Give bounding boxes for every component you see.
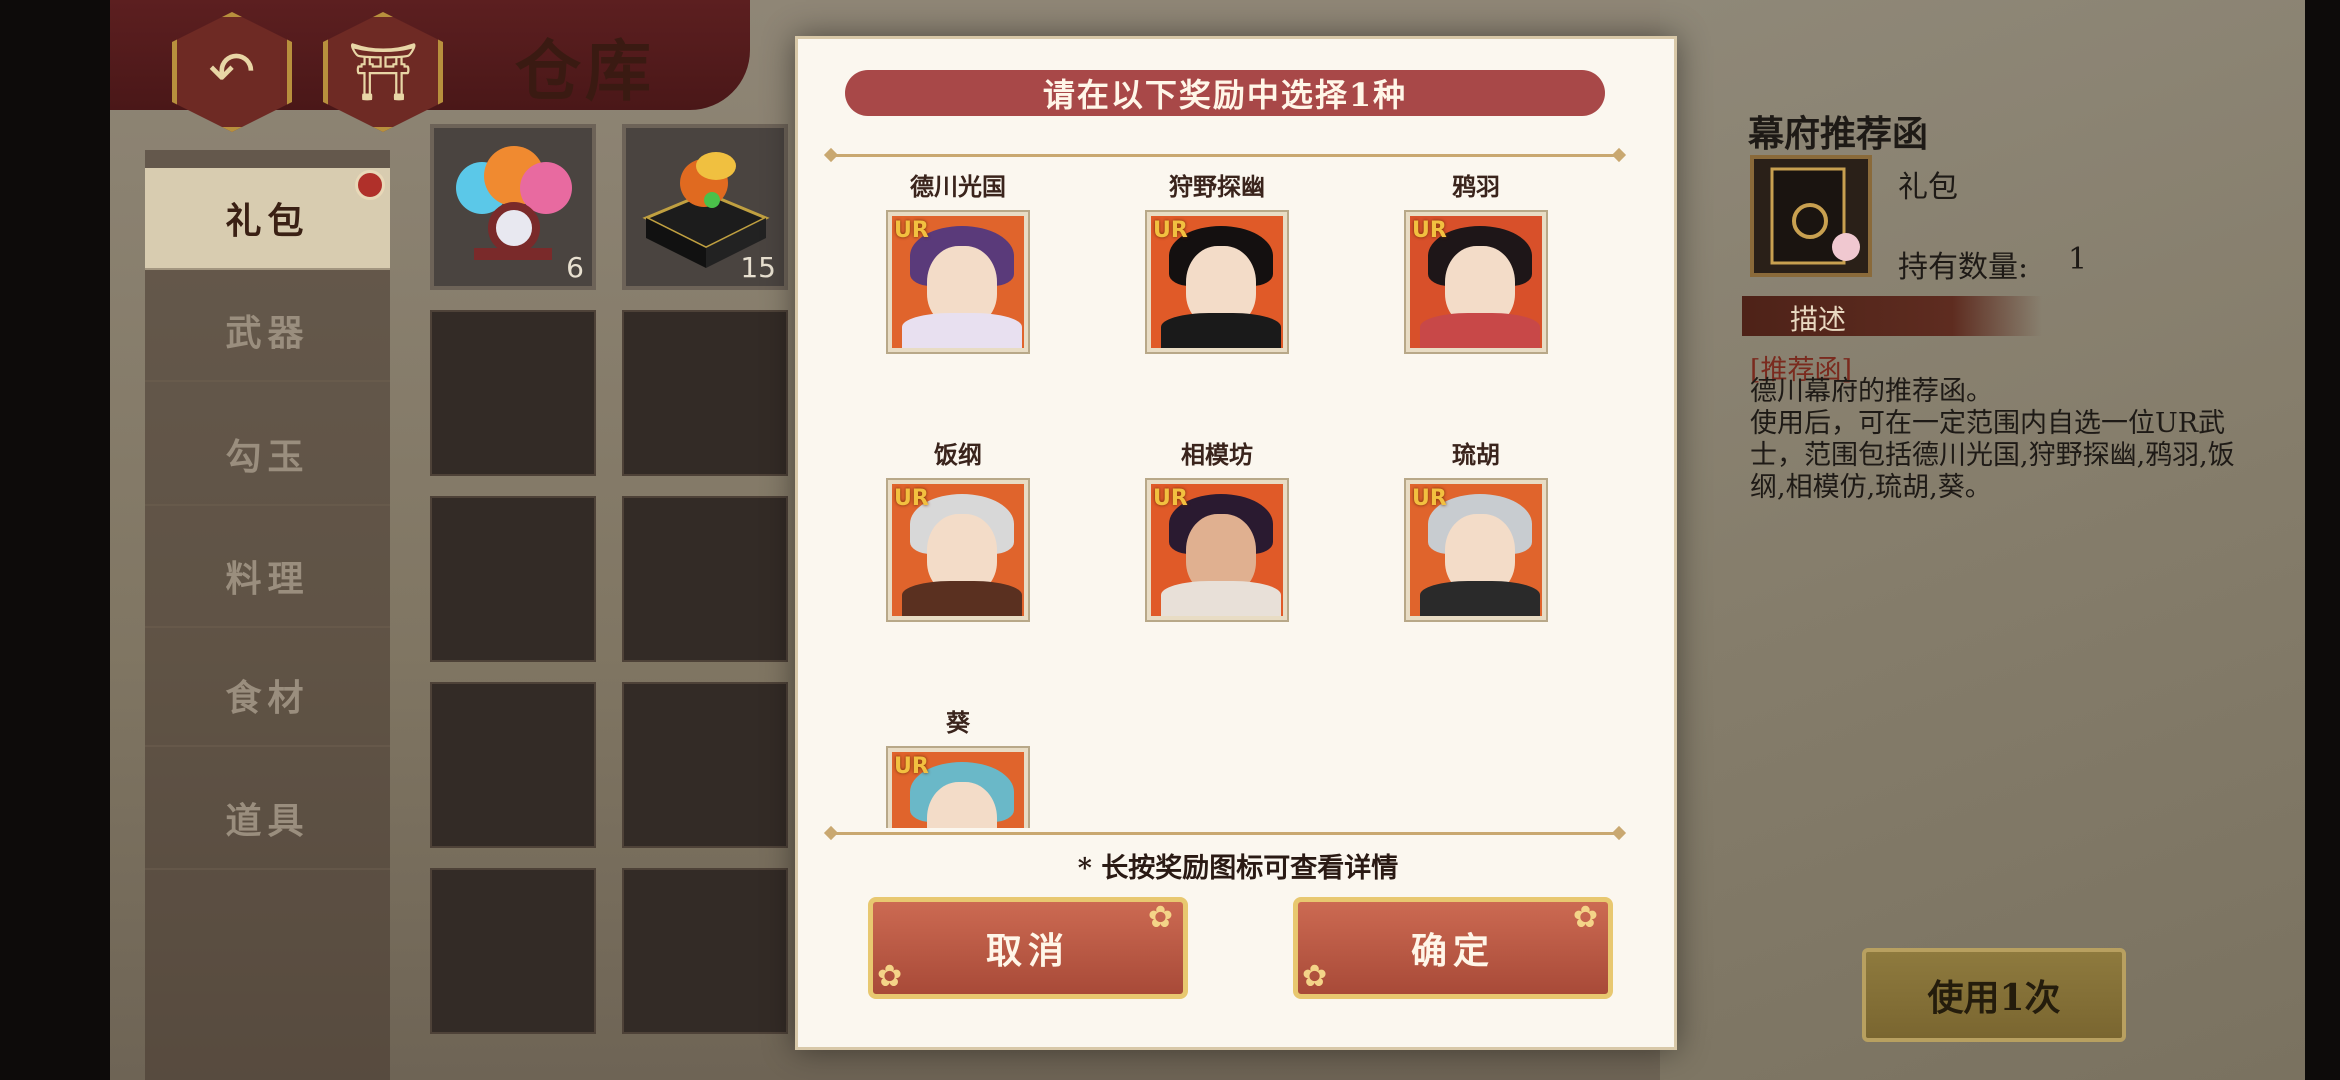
flower-icon: ✿ [877, 959, 909, 994]
ur-badge: UR [894, 218, 929, 243]
reward-option[interactable]: 相模坊 UR [1137, 438, 1297, 620]
cancel-button-label: 取消 [985, 930, 1070, 972]
inventory-slot-empty[interactable] [430, 868, 596, 1034]
page-title: 仓库 [515, 32, 655, 110]
inventory-slot-empty[interactable] [622, 868, 788, 1034]
character-portrait[interactable]: UR [1406, 212, 1546, 352]
reward-option[interactable]: 德川光国 UR [878, 170, 1038, 352]
use-once-button[interactable]: 使用1次 [1862, 948, 2126, 1042]
divider-top [830, 154, 1620, 157]
confirm-button[interactable]: ✿ 确定 ✿ [1293, 897, 1613, 999]
reward-option[interactable]: 饭纲 UR [878, 438, 1038, 620]
description-header [1742, 296, 2042, 336]
quantity-value: 1 [2068, 242, 2088, 277]
category-ingredient[interactable]: 食材 [145, 645, 390, 747]
ur-badge: UR [1412, 218, 1447, 243]
item-count: 6 [566, 251, 584, 284]
character-portrait[interactable]: UR [888, 480, 1028, 620]
inventory-slot[interactable]: 6 [430, 124, 596, 290]
character-portrait[interactable]: UR [888, 748, 1028, 828]
inventory-slot[interactable]: 15 [622, 124, 788, 290]
item-type: 礼包 [1898, 170, 1958, 205]
dialog-title: 请在以下奖励中选择1种 [845, 70, 1605, 116]
item-title: 幕府推荐函 [1748, 113, 1929, 155]
inventory-slot-empty[interactable] [622, 496, 788, 662]
inventory-slot-empty[interactable] [430, 496, 596, 662]
inventory-slot-empty[interactable] [622, 682, 788, 848]
reward-option[interactable]: 琉胡 UR [1396, 438, 1556, 620]
back-arrow-icon: ↶ [208, 39, 256, 105]
ur-badge: UR [1153, 486, 1188, 511]
flower-icon: ✿ [1302, 959, 1334, 994]
category-item[interactable]: 道具 [145, 768, 390, 870]
reward-name: 相模坊 [1181, 440, 1253, 469]
category-magatama[interactable]: 勾玉 [145, 404, 390, 506]
reward-name: 琉胡 [1452, 440, 1500, 469]
inventory-slot-empty[interactable] [622, 310, 788, 476]
ur-badge: UR [894, 486, 929, 511]
recommendation-letter-icon [1750, 155, 1872, 277]
flower-icon: ✿ [1147, 900, 1179, 935]
reward-option[interactable]: 鸦羽 UR [1396, 170, 1556, 352]
torii-icon: ⛩ [347, 40, 419, 105]
reward-option[interactable]: 葵 UR [878, 706, 1038, 828]
cancel-button[interactable]: ✿ 取消 ✿ [868, 897, 1188, 999]
category-cuisine[interactable]: 料理 [145, 526, 390, 628]
reward-name: 狩野探幽 [1169, 172, 1265, 201]
reward-name: 饭纲 [934, 440, 982, 469]
ur-badge: UR [1412, 486, 1447, 511]
notification-dot [355, 170, 385, 200]
right-screen-border [2305, 0, 2340, 1080]
reward-name: 鸦羽 [1452, 172, 1500, 201]
quantity-label: 持有数量: [1898, 250, 2029, 285]
inventory-slot-empty[interactable] [430, 682, 596, 848]
reward-name: 葵 [946, 708, 970, 737]
description-text: 德川幕府的推荐函。 使用后，可在一定范围内自选一位UR武士，范围包括德川光国,狩… [1750, 376, 2235, 503]
confirm-button-label: 确定 [1410, 930, 1495, 972]
inventory-slot-empty[interactable] [430, 310, 596, 476]
category-weapon[interactable]: 武器 [145, 280, 390, 382]
left-screen-border [0, 0, 110, 1080]
flower-icon: ✿ [1572, 900, 1604, 935]
character-portrait[interactable]: UR [888, 212, 1028, 352]
description-header-label: 描述 [1790, 303, 1847, 336]
category-gift[interactable]: 礼包 [145, 168, 390, 270]
ur-badge: UR [1153, 218, 1188, 243]
long-press-hint: * 长按奖励图标可查看详情 [1077, 853, 1399, 884]
item-count: 15 [740, 251, 776, 284]
reward-name: 德川光国 [910, 172, 1006, 201]
reward-list[interactable]: 德川光国 UR 狩野探幽 UR 鸦羽 UR 饭纲 UR 相模坊 UR 琉胡 UR… [830, 160, 1620, 828]
divider-bottom [830, 832, 1620, 835]
character-portrait[interactable]: UR [1147, 480, 1287, 620]
character-portrait[interactable]: UR [1406, 480, 1546, 620]
reward-option[interactable]: 狩野探幽 UR [1137, 170, 1297, 352]
character-portrait[interactable]: UR [1147, 212, 1287, 352]
ur-badge: UR [894, 754, 929, 779]
